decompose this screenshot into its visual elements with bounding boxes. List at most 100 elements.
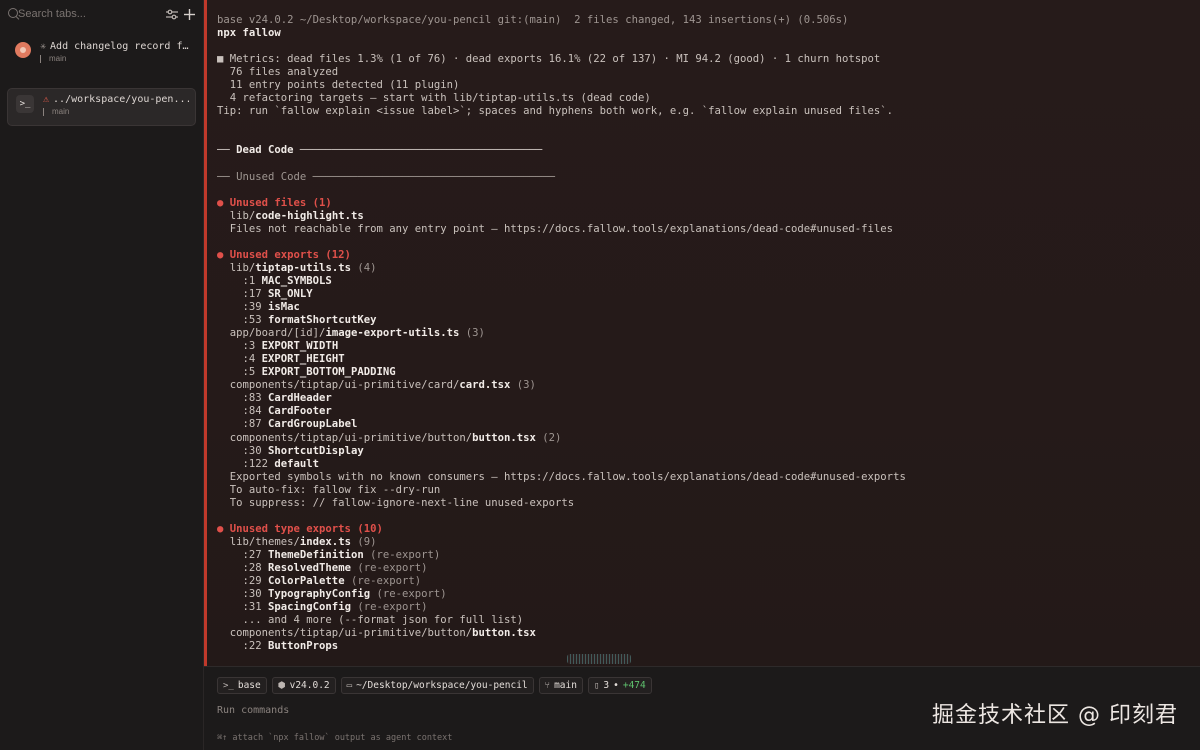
- terminal-icon: >_: [16, 95, 34, 113]
- filter-settings-icon[interactable]: [166, 6, 178, 22]
- terminal-segment: (3): [459, 327, 485, 340]
- tab-item-changelog[interactable]: ✳ Add changelog record for main: [7, 36, 196, 74]
- changes-separator: •: [613, 680, 619, 691]
- terminal-segment: ButtonProps: [268, 640, 339, 653]
- path-chip[interactable]: ▭ ~/Desktop/workspace/you-pencil: [340, 677, 534, 694]
- tab-title-text: ../workspace/you-pen...: [53, 94, 189, 105]
- terminal-segment: CardGroupLabel: [268, 418, 358, 431]
- terminal-segment: TypographyConfig: [268, 588, 371, 601]
- terminal-line: ● Unused files (1): [217, 197, 1190, 210]
- terminal-segment: app/board/[id]/: [217, 327, 326, 340]
- terminal-segment: 4 refactoring targets — start with lib/t…: [217, 92, 651, 105]
- tab-branch-label: main: [49, 54, 67, 63]
- terminal-segment: components/tiptap/ui-primitive/card/: [217, 379, 460, 392]
- git-branch-icon: [43, 107, 49, 116]
- terminal-line: ■ Metrics: dead files 1.3% (1 of 76) · d…: [217, 53, 1190, 66]
- terminal-segment: Files not reachable from any entry point…: [217, 222, 894, 235]
- terminal-segment: :122: [217, 457, 275, 470]
- terminal-line: :29 ColorPalette (re-export): [217, 575, 1190, 588]
- terminal-line: ── Unused Code ─────────────────────────…: [217, 171, 1190, 184]
- terminal-segment: MAC_SYMBOLS: [261, 274, 332, 287]
- terminal-segment: :27: [217, 548, 269, 561]
- branch-chip[interactable]: ⑂ main: [538, 677, 583, 694]
- terminal-segment: Exported symbols with no known consumers…: [217, 470, 906, 483]
- env-chip[interactable]: >_ base: [217, 677, 267, 694]
- terminal-segment: default: [274, 457, 320, 470]
- terminal-segment: code-highlight.ts: [255, 209, 364, 222]
- git-branch-icon: [40, 54, 46, 63]
- terminal-segment: tiptap-utils.ts: [255, 261, 351, 274]
- terminal-line: :28 ResolvedTheme (re-export): [217, 562, 1190, 575]
- terminal-segment: ── Unused Code ─────────────────────────…: [217, 170, 556, 183]
- terminal-segment: lib/: [217, 261, 256, 274]
- file-icon: ▯: [593, 680, 600, 691]
- changes-chip[interactable]: ▯ 3 • +474: [587, 677, 652, 694]
- terminal-segment: (2): [535, 431, 562, 444]
- terminal-segment: CardHeader: [268, 392, 332, 405]
- tab-texts: ⚠ ../workspace/you-pen... main: [43, 94, 189, 125]
- terminal-line: lib/themes/index.ts (9): [217, 536, 1190, 549]
- tab-item-terminal[interactable]: >_ ⚠ ../workspace/you-pen... main: [7, 88, 196, 126]
- terminal-segment: ● Unused files (1): [217, 196, 332, 209]
- terminal-segment: :29: [217, 575, 269, 588]
- run-commands-input[interactable]: [217, 705, 817, 716]
- node-icon: ⬢: [277, 680, 286, 691]
- terminal-line: Files not reachable from any entry point…: [217, 223, 1190, 236]
- terminal-line: :30 ShortcutDisplay: [217, 445, 1190, 458]
- terminal-segment: (re-export): [350, 561, 428, 574]
- terminal-line: ● Unused exports (12): [217, 249, 1190, 262]
- terminal-line: :4 EXPORT_HEIGHT: [217, 353, 1190, 366]
- terminal-segment: Dead Code: [236, 144, 294, 157]
- tab-title-text: Add changelog record for: [50, 41, 190, 52]
- terminal-line: components/tiptap/ui-primitive/button/bu…: [217, 627, 1190, 640]
- terminal-segment: :3: [217, 340, 262, 353]
- terminal-segment: To auto-fix: fallow fix --dry-run: [217, 483, 441, 496]
- attach-hint: ⌘↑ attach `npx fallow` output as agent c…: [217, 733, 453, 743]
- node-chip[interactable]: ⬢ v24.0.2: [271, 677, 336, 694]
- terminal-segment: ■ Metrics: dead files 1.3% (1 of 76) · d…: [217, 53, 881, 66]
- terminal-segment: button.tsx: [472, 627, 536, 640]
- terminal-segment: (re-export): [344, 575, 422, 588]
- folder-icon: ▭: [346, 680, 353, 691]
- terminal-line: app/board/[id]/image-export-utils.ts (3): [217, 327, 1190, 340]
- search-row: [0, 0, 203, 28]
- terminal-line: ── Dead Code ───────────────────────────…: [217, 144, 1190, 157]
- terminal-segment: 76 files analyzed: [217, 66, 339, 79]
- terminal-output[interactable]: base v24.0.2 ~/Desktop/workspace/you-pen…: [204, 0, 1200, 666]
- terminal-segment: (9): [350, 535, 377, 548]
- terminal-line: lib/code-highlight.ts: [217, 210, 1190, 223]
- tab-branch: main: [40, 54, 190, 63]
- command-panel: >_ base ⬢ v24.0.2 ▭ ~/Desktop/workspace/you…: [204, 666, 1200, 750]
- terminal-line: :30 TypographyConfig (re-export): [217, 588, 1190, 601]
- insertions-count: +474: [622, 680, 646, 691]
- terminal-segment: base v24.0.2 ~/Desktop/workspace/you-pen…: [217, 14, 849, 26]
- terminal-segment: lib/: [217, 209, 256, 222]
- terminal-segment: :4: [217, 353, 262, 366]
- terminal-line: :31 SpacingConfig (re-export): [217, 601, 1190, 614]
- scroll-indicator[interactable]: [567, 654, 631, 664]
- terminal-line: 76 files analyzed: [217, 66, 1190, 79]
- terminal-line: :22 ButtonProps: [217, 640, 1190, 653]
- terminal-line: ● Unused type exports (10): [217, 523, 1190, 536]
- asterisk-icon: ✳: [40, 41, 47, 52]
- terminal-segment: :83: [217, 392, 269, 405]
- new-tab-button[interactable]: [184, 6, 195, 22]
- terminal-line: :87 CardGroupLabel: [217, 418, 1190, 431]
- agent-avatar-icon: [15, 42, 31, 58]
- terminal-segment: (re-export): [370, 588, 447, 601]
- search-input[interactable]: [18, 8, 160, 20]
- terminal-segment: ... and 4 more (--format json for full l…: [217, 614, 524, 627]
- terminal-line: :5 EXPORT_BOTTOM_PADDING: [217, 366, 1190, 379]
- terminal-segment: components/tiptap/ui-primitive/button/: [217, 431, 473, 444]
- prompt-icon: >_: [223, 680, 234, 691]
- terminal-segment: To suppress: // fallow-ignore-next-line …: [217, 496, 575, 509]
- terminal-segment: EXPORT_BOTTOM_PADDING: [261, 366, 396, 379]
- terminal-segment: EXPORT_HEIGHT: [261, 353, 345, 366]
- terminal-segment: ResolvedTheme: [268, 561, 351, 574]
